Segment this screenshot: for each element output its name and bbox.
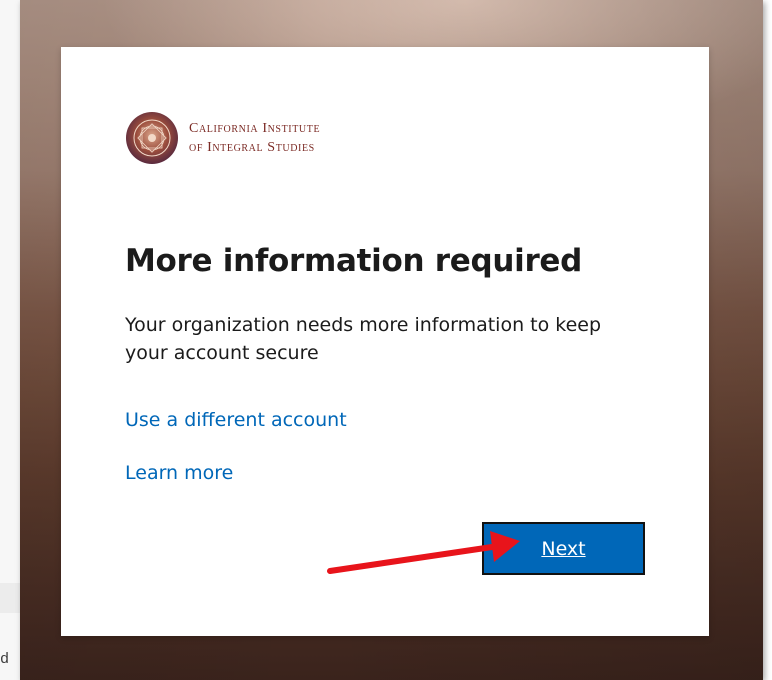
sign-in-card: California Institute of Integral Studies…: [61, 47, 709, 636]
organization-logo: California Institute of Integral Studies: [125, 111, 320, 165]
background-input-strip: [0, 583, 20, 613]
next-button[interactable]: Next: [482, 522, 645, 575]
use-different-account-link[interactable]: Use a different account: [125, 409, 347, 431]
learn-more-link[interactable]: Learn more: [125, 462, 233, 484]
page-title: More information required: [125, 243, 583, 279]
page-description: Your organization needs more information…: [125, 314, 602, 364]
organization-name-line2: of Integral Studies: [189, 140, 315, 155]
organization-name: California Institute of Integral Studies: [189, 119, 320, 157]
mandala-logo-icon: [126, 112, 178, 164]
background-page: [0, 0, 20, 680]
background-text-fragment: od: [0, 650, 9, 667]
sign-in-background: California Institute of Integral Studies…: [20, 0, 763, 680]
organization-name-line1: California Institute: [189, 121, 321, 136]
